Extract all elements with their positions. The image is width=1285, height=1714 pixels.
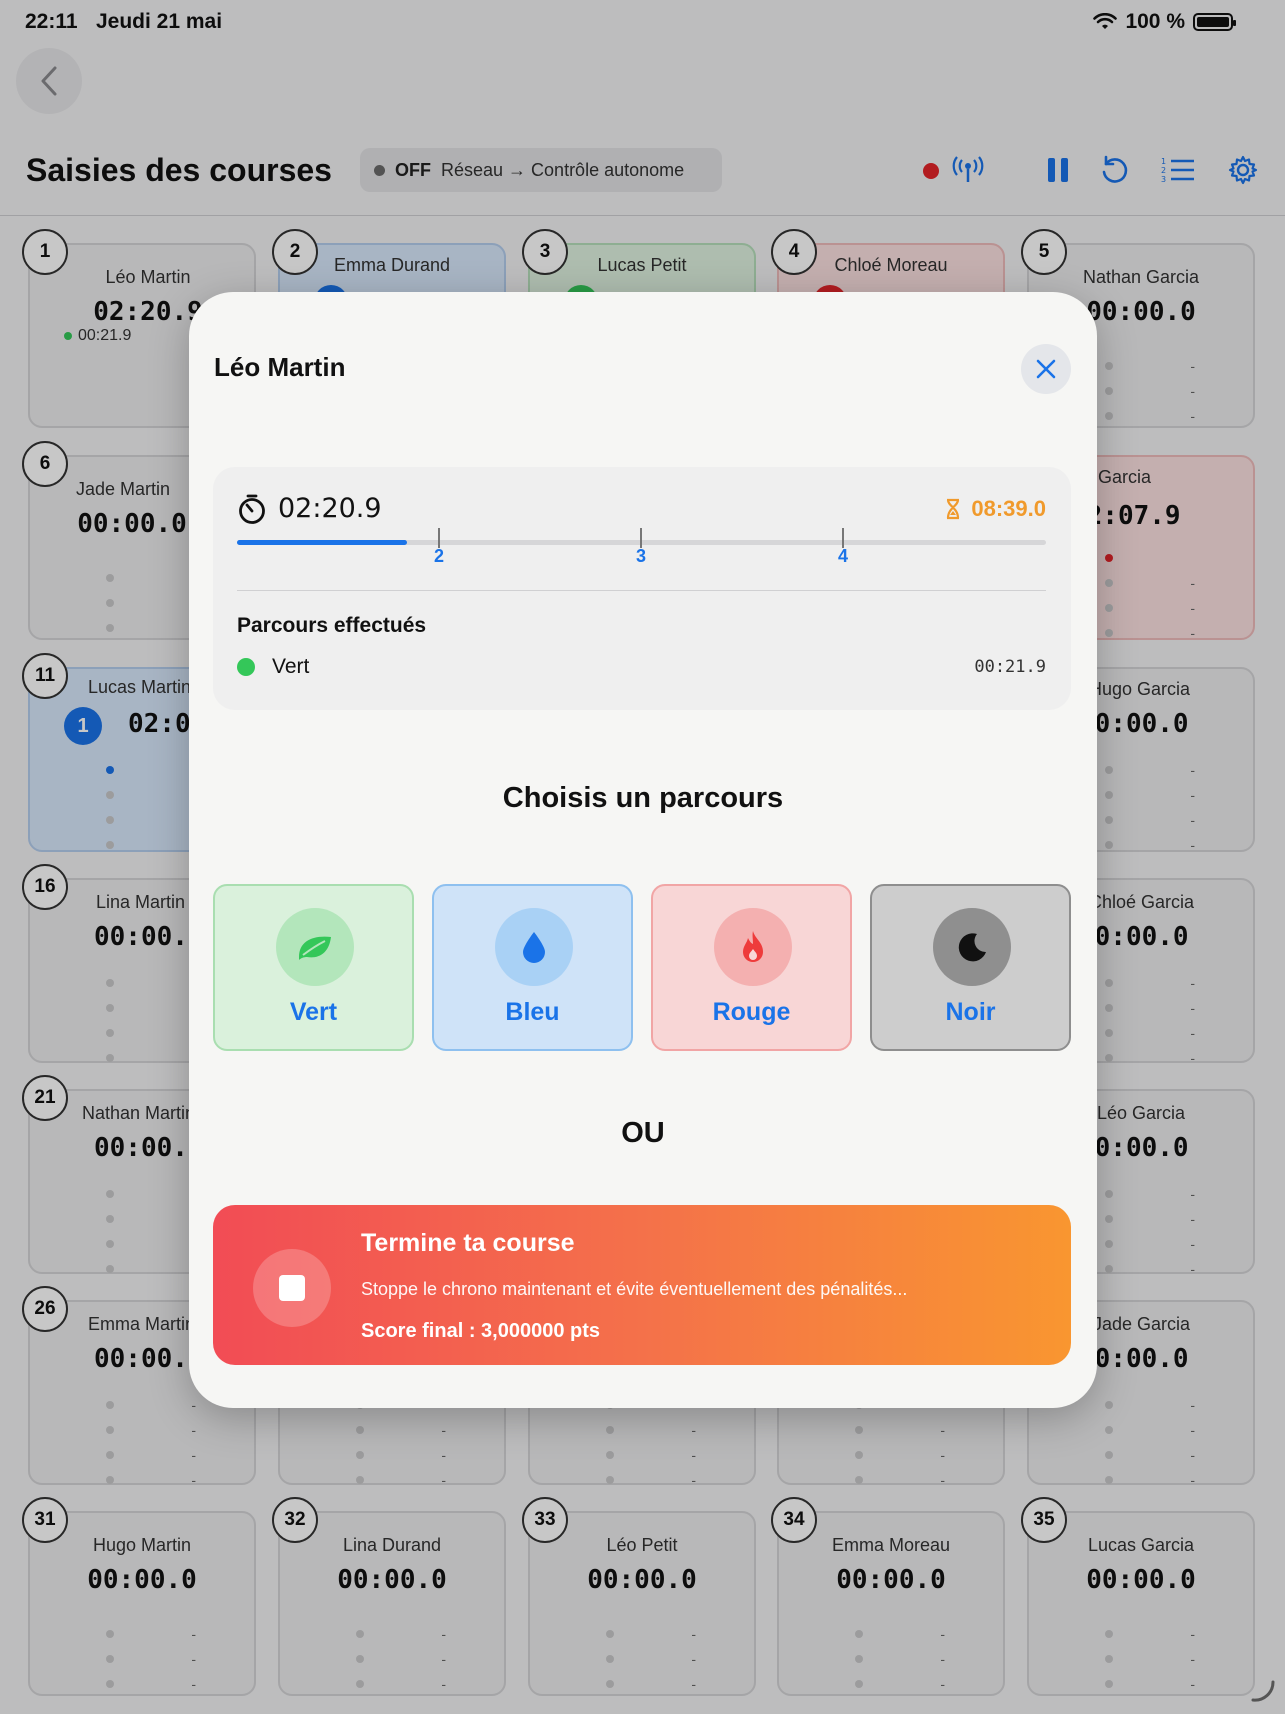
runner-modal: Léo Martin 02:20.9 08:39.0 2 3 4 Parcour… bbox=[189, 292, 1097, 1408]
checkpoint-tick: 4 bbox=[838, 528, 848, 566]
remaining-time: 08:39.0 bbox=[945, 496, 1046, 522]
hourglass-icon bbox=[947, 498, 960, 520]
checkpoint-tick: 2 bbox=[434, 528, 444, 566]
progress-fill bbox=[237, 540, 407, 545]
completed-course-row: Vert 00:21.9 bbox=[237, 655, 1046, 679]
course-bleu-button[interactable]: Bleu bbox=[432, 884, 633, 1051]
completed-course-name: Vert bbox=[272, 655, 310, 678]
stopwatch-icon bbox=[239, 494, 265, 524]
course-color-dot bbox=[237, 658, 255, 676]
progress-card: 02:20.9 08:39.0 2 3 4 Parcours effectués… bbox=[213, 467, 1071, 710]
course-rouge-button[interactable]: Rouge bbox=[651, 884, 852, 1051]
checkpoint-label: 2 bbox=[433, 546, 444, 566]
progress-separator bbox=[237, 590, 1046, 591]
flame-icon bbox=[714, 908, 792, 986]
course-label: Noir bbox=[945, 998, 996, 1026]
modal-title: Léo Martin bbox=[214, 352, 346, 382]
course-vert-button[interactable]: Vert bbox=[213, 884, 414, 1051]
choose-course-title: Choisis un parcours bbox=[502, 782, 784, 814]
completed-course-time: 00:21.9 bbox=[974, 657, 1046, 677]
drop-icon bbox=[495, 908, 573, 986]
final-score: Score final : 3,000000 pts bbox=[361, 1320, 601, 1342]
moon-icon bbox=[933, 908, 1011, 986]
finish-title: Termine ta course bbox=[361, 1229, 575, 1257]
elapsed-time: 02:20.9 bbox=[278, 493, 382, 524]
progress-track: 2 3 4 bbox=[237, 528, 1046, 566]
finish-description: Stoppe le chrono maintenant et évite éve… bbox=[361, 1279, 908, 1299]
checkpoint-label: 3 bbox=[635, 546, 646, 566]
loading-spinner-icon bbox=[1251, 1680, 1275, 1702]
checkpoint-tick: 3 bbox=[636, 528, 646, 566]
course-label: Rouge bbox=[712, 998, 791, 1026]
course-noir-button[interactable]: Noir bbox=[870, 884, 1071, 1051]
leaf-icon bbox=[276, 908, 354, 986]
stop-icon bbox=[253, 1249, 331, 1327]
or-separator: OU bbox=[621, 1117, 665, 1149]
checkpoint-label: 4 bbox=[837, 546, 848, 566]
close-icon bbox=[1036, 359, 1056, 379]
course-label: Bleu bbox=[505, 998, 560, 1026]
remaining-value: 08:39.0 bbox=[971, 496, 1046, 521]
finish-race-button[interactable]: Termine ta course Stoppe le chrono maint… bbox=[213, 1205, 1071, 1365]
completed-courses-title: Parcours effectués bbox=[237, 614, 427, 637]
course-label: Vert bbox=[289, 998, 338, 1026]
close-button[interactable] bbox=[1021, 344, 1071, 394]
